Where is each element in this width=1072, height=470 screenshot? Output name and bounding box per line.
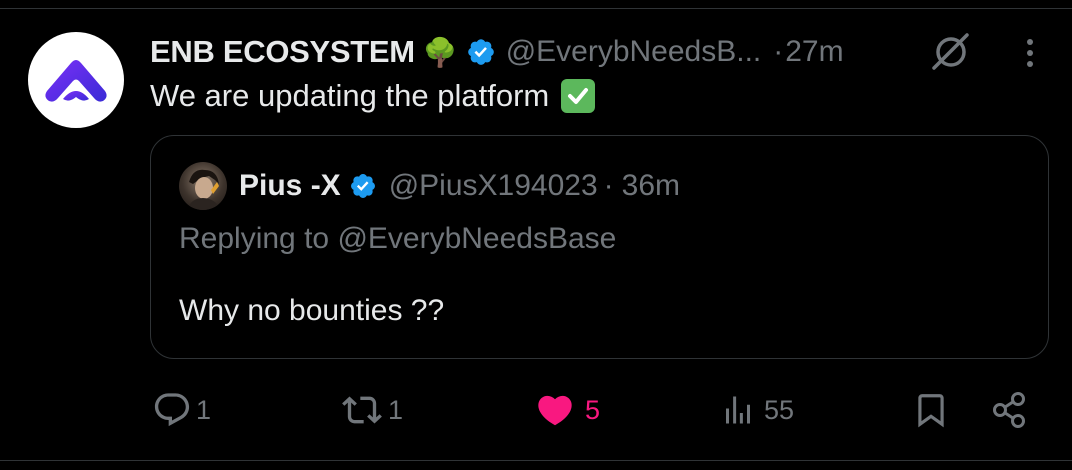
repost-button[interactable]: 1 bbox=[340, 388, 403, 432]
tweet-text: We are updating the platform bbox=[150, 78, 550, 113]
separator-dot: · bbox=[773, 35, 784, 68]
share-button[interactable] bbox=[990, 388, 1030, 432]
like-button[interactable]: 5 bbox=[535, 388, 600, 432]
reply-count: 1 bbox=[196, 394, 212, 425]
quoted-tweet-text: Why no bounties ?? bbox=[179, 294, 445, 327]
quoted-tweet-timestamp[interactable]: 36m bbox=[622, 169, 680, 203]
replying-to-prefix: Replying to bbox=[179, 222, 330, 255]
replying-to-mention[interactable]: @EverybNeedsBase bbox=[337, 222, 616, 255]
like-count: 5 bbox=[585, 394, 601, 425]
quoted-author-handle[interactable]: @PiusX194023 bbox=[389, 169, 598, 203]
tweet-header: ENB ECOSYSTEM 🌳 @EverybNeedsB... · 27m bbox=[150, 30, 844, 74]
grok-icon[interactable] bbox=[930, 30, 972, 72]
quoted-author-avatar[interactable] bbox=[179, 162, 227, 210]
tweet-body: We are updating the platform bbox=[150, 78, 596, 114]
author-display-name[interactable]: ENB ECOSYSTEM bbox=[150, 34, 415, 70]
tweet-timestamp[interactable]: 27m bbox=[785, 35, 843, 69]
author-handle[interactable]: @EverybNeedsB... bbox=[506, 35, 762, 69]
quoted-author-display-name[interactable]: Pius -X bbox=[239, 169, 341, 203]
reply-button[interactable]: 1 bbox=[152, 388, 211, 432]
heart-icon bbox=[538, 395, 572, 426]
top-divider bbox=[0, 8, 1072, 9]
reply-icon bbox=[154, 393, 190, 427]
bottom-divider bbox=[0, 460, 1072, 461]
quoted-separator-dot: · bbox=[603, 169, 614, 202]
views-count: 55 bbox=[764, 394, 795, 425]
repost-count: 1 bbox=[388, 394, 404, 425]
bookmark-icon bbox=[918, 394, 944, 428]
verified-badge-icon bbox=[466, 37, 496, 67]
analytics-icon bbox=[726, 396, 750, 424]
tree-emoji-icon: 🌳 bbox=[422, 36, 458, 68]
views-button[interactable]: 55 bbox=[720, 388, 794, 432]
replying-to-line: Replying to @EverybNeedsBase bbox=[179, 222, 616, 256]
quoted-tweet-card[interactable]: Pius -X @PiusX194023 · 36m Replying to @… bbox=[150, 135, 1049, 359]
share-icon bbox=[993, 392, 1025, 428]
quoted-tweet-header: Pius -X @PiusX194023 · 36m bbox=[239, 164, 680, 208]
check-mark-button-icon bbox=[561, 79, 596, 113]
enb-logo-icon bbox=[45, 60, 107, 102]
bookmark-button[interactable] bbox=[912, 388, 950, 432]
author-avatar[interactable] bbox=[28, 32, 124, 128]
profile-picture-icon bbox=[187, 169, 221, 210]
repost-icon bbox=[342, 396, 382, 424]
tweet-action-bar: 1 1 5 55 bbox=[0, 388, 1072, 432]
quoted-verified-badge-icon bbox=[349, 172, 377, 200]
more-options-icon[interactable] bbox=[1018, 36, 1042, 72]
